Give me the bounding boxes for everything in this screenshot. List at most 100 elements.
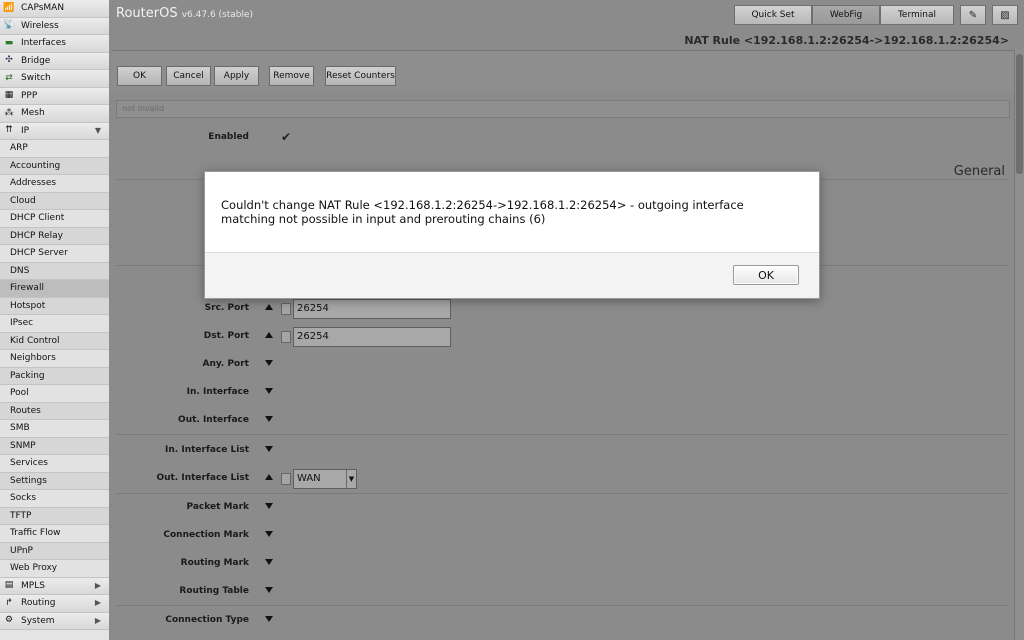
sidebar-subitem-hotspot[interactable]: Hotspot bbox=[0, 297, 109, 315]
scrollbar[interactable] bbox=[1014, 50, 1024, 640]
sidebar-subitem-dhcp-client[interactable]: DHCP Client bbox=[0, 210, 109, 228]
sidebar-subitem-ipsec[interactable]: IPsec bbox=[0, 315, 109, 333]
routing-table-label: Routing Table bbox=[179, 586, 249, 596]
sidebar-subitem-traffic-flow[interactable]: Traffic Flow bbox=[0, 525, 109, 543]
collapse-icon[interactable] bbox=[265, 304, 273, 310]
routing-mark-row: Routing Mark bbox=[111, 550, 1011, 578]
expand-icon[interactable] bbox=[265, 531, 273, 537]
collapse-icon[interactable] bbox=[265, 474, 273, 480]
chevron-down-icon[interactable]: ▼ bbox=[346, 470, 356, 488]
sidebar-item-mpls[interactable]: ▤ MPLS ▶ bbox=[0, 577, 109, 595]
dst-port-label: Dst. Port bbox=[203, 331, 249, 341]
sidebar-subitem-routes[interactable]: Routes bbox=[0, 402, 109, 420]
scrollbar-thumb[interactable] bbox=[1016, 54, 1023, 174]
sidebar-subitem-dhcp-relay[interactable]: DHCP Relay bbox=[0, 227, 109, 245]
sidebar-item-label: CAPsMAN bbox=[21, 3, 65, 14]
cancel-button[interactable]: Cancel bbox=[166, 66, 211, 86]
expand-icon[interactable] bbox=[265, 416, 273, 422]
select-value: WAN bbox=[297, 473, 321, 484]
quick-set-button[interactable]: Quick Set bbox=[734, 5, 812, 25]
connection-type-label: Connection Type bbox=[165, 615, 249, 625]
dialog-ok-button[interactable]: OK bbox=[733, 265, 799, 285]
dst-port-input[interactable]: 26254 bbox=[293, 327, 451, 347]
sidebar-item-label: Bridge bbox=[21, 55, 51, 66]
expand-icon[interactable] bbox=[265, 616, 273, 622]
sidebar-subitem-firewall[interactable]: Firewall bbox=[0, 280, 109, 298]
dst-port-negate-checkbox[interactable] bbox=[281, 331, 291, 343]
sidebar-subitem-arp[interactable]: ARP bbox=[0, 140, 109, 158]
ppp-icon: ▦ bbox=[4, 90, 14, 101]
out-interface-list-label: Out. Interface List bbox=[156, 473, 249, 483]
sidebar-subitem-dhcp-server[interactable]: DHCP Server bbox=[0, 245, 109, 263]
expand-icon[interactable] bbox=[265, 360, 273, 366]
ok-button[interactable]: OK bbox=[117, 66, 162, 86]
sidebar-item-ppp[interactable]: ▦ PPP bbox=[0, 87, 109, 105]
chevron-right-icon: ▶ bbox=[94, 580, 101, 590]
top-bar: RouterOS v6.47.6 (stable) Quick Set WebF… bbox=[111, 0, 1024, 30]
mpls-icon: ▤ bbox=[4, 580, 14, 591]
brand-version: v6.47.6 (stable) bbox=[181, 10, 254, 20]
palette-icon[interactable]: ▨ bbox=[992, 5, 1018, 25]
sidebar-subitem-services[interactable]: Services bbox=[0, 455, 109, 473]
bridge-icon: ✣ bbox=[5, 55, 13, 66]
reset-counters-button[interactable]: Reset Counters bbox=[325, 66, 396, 86]
apply-button[interactable]: Apply bbox=[214, 66, 259, 86]
out-interface-list-select[interactable]: WAN ▼ bbox=[293, 469, 357, 489]
enabled-row: Enabled ✔ bbox=[111, 124, 1011, 152]
error-dialog: Couldn't change NAT Rule <192.168.1.2:26… bbox=[204, 171, 820, 299]
sidebar-subitem-tftp[interactable]: TFTP bbox=[0, 507, 109, 525]
src-port-row: Src. Port 26254 bbox=[111, 295, 1011, 323]
expand-icon[interactable] bbox=[265, 587, 273, 593]
sidebar-subitem-kid-control[interactable]: Kid Control bbox=[0, 332, 109, 350]
expand-icon[interactable] bbox=[265, 559, 273, 565]
expand-icon[interactable] bbox=[265, 503, 273, 509]
enabled-label: Enabled bbox=[208, 132, 249, 142]
sidebar-item-label: Wireless bbox=[21, 20, 59, 31]
expand-icon[interactable] bbox=[265, 388, 273, 394]
sidebar-item-switch[interactable]: ⇄ Switch bbox=[0, 70, 109, 88]
webfig-button[interactable]: WebFig bbox=[812, 5, 880, 25]
sidebar-subitem-upnp[interactable]: UPnP bbox=[0, 542, 109, 560]
sidebar-item-system[interactable]: ⚙ System ▶ bbox=[0, 612, 109, 630]
sidebar-item-label: Mesh bbox=[21, 108, 45, 119]
sidebar-item-interfaces[interactable]: ▬ Interfaces bbox=[0, 35, 109, 53]
sidebar-item-bridge[interactable]: ✣ Bridge bbox=[0, 52, 109, 70]
sidebar-subitem-cloud[interactable]: Cloud bbox=[0, 192, 109, 210]
wireless-icon: 📡 bbox=[3, 20, 15, 31]
terminal-button[interactable]: Terminal bbox=[880, 5, 954, 25]
sidebar-subitem-accounting[interactable]: Accounting bbox=[0, 157, 109, 175]
sidebar-subitem-pool[interactable]: Pool bbox=[0, 385, 109, 403]
sidebar-subitem-packing[interactable]: Packing bbox=[0, 367, 109, 385]
interfaces-icon: ▬ bbox=[4, 37, 14, 48]
sidebar-subitem-addresses[interactable]: Addresses bbox=[0, 175, 109, 193]
sidebar-item-capsman[interactable]: 📶 CAPsMAN bbox=[0, 0, 109, 18]
src-port-label: Src. Port bbox=[204, 303, 249, 313]
sidebar: 📶 CAPsMAN 📡 Wireless ▬ Interfaces ✣ Bridge ⇄… bbox=[0, 0, 110, 640]
sidebar-subitem-neighbors[interactable]: Neighbors bbox=[0, 350, 109, 368]
collapse-icon[interactable] bbox=[265, 332, 273, 338]
sidebar-subitem-dns[interactable]: DNS bbox=[0, 262, 109, 280]
top-buttons: Quick Set WebFig Terminal ✎ ▨ bbox=[734, 5, 1018, 25]
sidebar-item-label: Switch bbox=[21, 73, 51, 84]
out-interface-list-row: Out. Interface List WAN ▼ bbox=[111, 465, 1011, 493]
remove-button[interactable]: Remove bbox=[269, 66, 314, 86]
sidebar-subitem-smb[interactable]: SMB bbox=[0, 420, 109, 438]
enabled-checkbox[interactable]: ✔ bbox=[281, 130, 291, 144]
sidebar-item-routing[interactable]: ↱ Routing ▶ bbox=[0, 595, 109, 613]
sidebar-item-label: MPLS bbox=[21, 580, 45, 591]
error-message: Couldn't change NAT Rule <192.168.1.2:26… bbox=[221, 198, 744, 226]
edit-icon[interactable]: ✎ bbox=[960, 5, 986, 25]
expand-icon[interactable] bbox=[265, 446, 273, 452]
sidebar-item-wireless[interactable]: 📡 Wireless bbox=[0, 17, 109, 35]
sidebar-item-ip[interactable]: ⇈ IP ▼ bbox=[0, 122, 109, 140]
sidebar-subitem-snmp[interactable]: SNMP bbox=[0, 437, 109, 455]
sidebar-subitem-web-proxy[interactable]: Web Proxy bbox=[0, 560, 109, 578]
out-interface-list-negate-checkbox[interactable] bbox=[281, 473, 291, 485]
sidebar-subitem-socks[interactable]: Socks bbox=[0, 490, 109, 508]
wifi-antenna-icon: 📶 bbox=[3, 2, 15, 13]
src-port-input[interactable]: 26254 bbox=[293, 299, 451, 319]
src-port-negate-checkbox[interactable] bbox=[281, 303, 291, 315]
sidebar-subitem-settings[interactable]: Settings bbox=[0, 472, 109, 490]
any-port-row: Any. Port bbox=[111, 351, 1011, 379]
sidebar-item-mesh[interactable]: ⁂ Mesh bbox=[0, 105, 109, 123]
